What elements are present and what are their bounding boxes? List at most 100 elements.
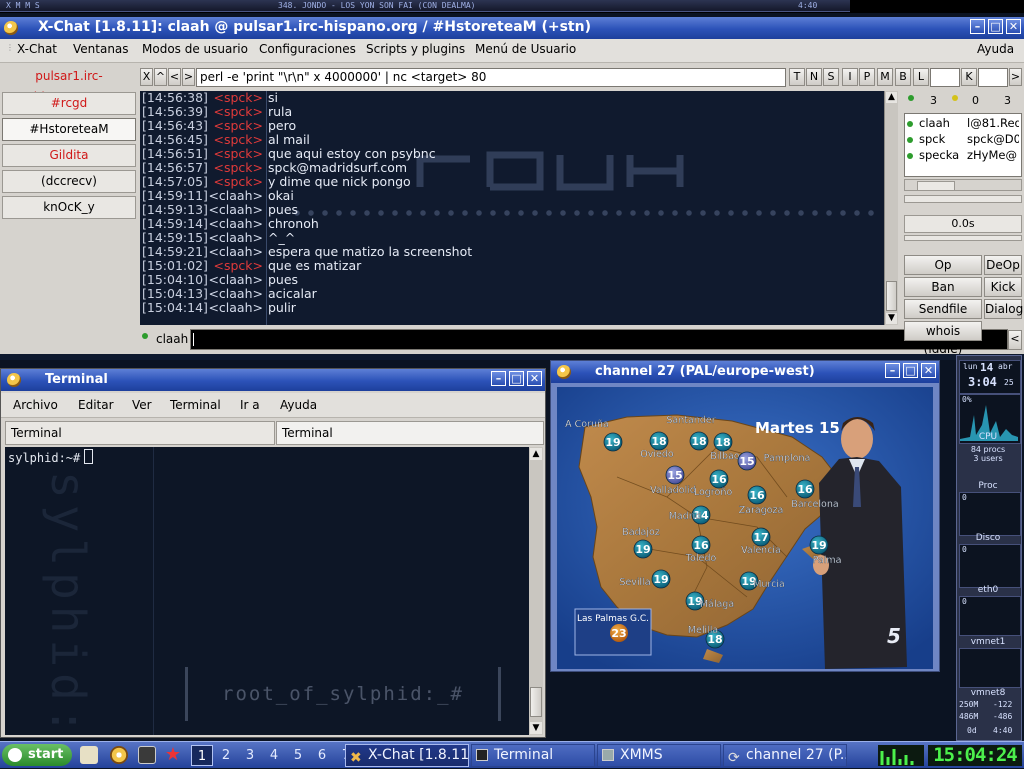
detach-tab-button[interactable]: ^ xyxy=(154,68,167,86)
channel-tab-dccrecv[interactable]: (dccrecv) xyxy=(2,170,136,193)
user-row[interactable]: claah l@81.Red xyxy=(907,116,1019,131)
task-terminal[interactable]: Terminal xyxy=(471,744,595,767)
user-list-hscroll[interactable] xyxy=(904,179,1022,191)
tv-app-icon[interactable] xyxy=(557,365,571,379)
mode-n-button[interactable]: N xyxy=(806,68,822,86)
terminal-scrollbar[interactable]: ▲ ▼ xyxy=(529,447,543,735)
menu-xchat[interactable]: X-Chat xyxy=(17,42,57,56)
scroll-thumb[interactable] xyxy=(886,281,897,311)
menu-terminal[interactable]: Terminal xyxy=(170,398,221,412)
terminal-tab-2[interactable]: Terminal xyxy=(276,421,544,445)
menu-ir-a[interactable]: Ir a xyxy=(240,398,260,412)
terminal-titlebar[interactable]: Terminal – □ ✕ xyxy=(1,369,545,391)
task-xmms[interactable]: XMMS xyxy=(597,744,721,767)
user-row[interactable]: specka zHyMe@ xyxy=(907,148,1019,163)
scroll-up-arrow[interactable]: ▲ xyxy=(886,92,897,103)
task-xchat[interactable]: ✖ X-Chat [1.8.11... xyxy=(345,744,469,767)
input-history-button[interactable]: < xyxy=(1008,330,1022,350)
menu-ventanas[interactable]: Ventanas xyxy=(73,42,129,56)
minimize-button[interactable]: – xyxy=(970,19,985,34)
next-tab-button[interactable]: > xyxy=(182,68,195,86)
clock[interactable]: 15:04:24 xyxy=(928,745,1022,766)
gkrellm-monitor[interactable]: lun 14 abr 3:04 25 0% CPU 84 procs 3 use… xyxy=(956,355,1022,741)
terminal-tab-1[interactable]: Terminal xyxy=(5,421,275,445)
menu-scripts-plugins[interactable]: Scripts y plugins xyxy=(366,42,465,56)
sendfile-button[interactable]: Sendfile xyxy=(904,299,982,319)
menu-modos-usuario[interactable]: Modos de usuario xyxy=(142,42,248,56)
hscroll-thumb[interactable] xyxy=(917,181,955,191)
prev-tab-button[interactable]: < xyxy=(168,68,181,86)
workspace-4-button[interactable]: 4 xyxy=(263,745,285,766)
minimize-button[interactable]: – xyxy=(491,371,506,386)
channel-tab-gildita[interactable]: Gildita xyxy=(2,144,136,167)
menu-editar[interactable]: Editar xyxy=(78,398,114,412)
kick-button[interactable]: Kick xyxy=(984,277,1022,297)
xchat-app-icon[interactable] xyxy=(4,21,18,35)
gnome-foot-launcher-icon[interactable] xyxy=(110,746,128,764)
mode-p-button[interactable]: P xyxy=(859,68,875,86)
close-button[interactable]: ✕ xyxy=(527,371,542,386)
mode-i-button[interactable]: I xyxy=(842,68,858,86)
menu-ayuda[interactable]: Ayuda xyxy=(280,398,317,412)
chat-log[interactable]: <spck> [14:56:38] si <spck> [14:56:39] rula <s… xyxy=(140,91,884,325)
input-nick[interactable]: claah xyxy=(156,332,188,346)
scroll-down-arrow[interactable]: ▼ xyxy=(886,313,897,324)
tv-titlebar[interactable]: channel 27 (PAL/europe-west) – □ ✕ xyxy=(551,361,939,383)
user-list[interactable]: claah l@81.Red spck spck@D0 specka zHyMe@ xyxy=(904,113,1022,177)
menu-menu-usuario[interactable]: Menú de Usuario xyxy=(475,42,576,56)
maximize-button[interactable]: □ xyxy=(509,371,524,386)
scroll-down-arrow[interactable]: ▼ xyxy=(530,722,542,734)
terminal-app-icon[interactable] xyxy=(7,373,21,387)
mode-s-button[interactable]: S xyxy=(823,68,839,86)
user-row[interactable]: spck spck@D0 xyxy=(907,132,1019,147)
menu-configuraciones[interactable]: Configuraciones xyxy=(259,42,356,56)
menu-ayuda[interactable]: Ayuda xyxy=(977,42,1014,56)
xmms-ministrip[interactable]: X M M S 348. JONDO - LOS YON SON FAI (CO… xyxy=(0,0,850,12)
tv-picture[interactable]: Las Palmas G.C. Martes 15 5 19 A Coruña 18… xyxy=(557,387,933,669)
minimize-button[interactable]: – xyxy=(885,363,900,378)
key-field[interactable] xyxy=(978,68,1008,87)
close-tab-button[interactable]: X xyxy=(140,68,153,86)
task-tv[interactable]: ⟳ channel 27 (P... xyxy=(723,744,847,767)
workspace-1-button[interactable]: 1 xyxy=(191,745,213,766)
notepad-launcher-icon[interactable] xyxy=(80,746,98,764)
menu-archivo[interactable]: Archivo xyxy=(13,398,58,412)
dialog-button[interactable]: Dialog xyxy=(984,299,1023,319)
workspace-6-button[interactable]: 6 xyxy=(311,745,333,766)
scroll-up-arrow[interactable]: ▲ xyxy=(530,448,542,460)
city-temperature: 16 xyxy=(693,539,709,552)
mode-t-button[interactable]: T xyxy=(789,68,805,86)
op-button[interactable]: Op xyxy=(904,255,982,275)
mode-k-button[interactable]: K xyxy=(961,68,977,86)
topic-field[interactable]: perl -e 'print "\r\n" x 4000000' | nc <t… xyxy=(196,68,786,87)
channel-tab-knock-y[interactable]: knOcK_y xyxy=(2,196,136,219)
mode-b-button[interactable]: B xyxy=(895,68,911,86)
close-button[interactable]: ✕ xyxy=(1006,19,1021,34)
mode-l-button[interactable]: L xyxy=(913,68,929,86)
ban-button[interactable]: Ban xyxy=(904,277,982,297)
mode-m-button[interactable]: M xyxy=(877,68,893,86)
channel-tab-rcgd[interactable]: #rcgd xyxy=(2,92,136,115)
scroll-thumb[interactable] xyxy=(530,687,542,717)
channel-tab-hstoreteam[interactable]: #HstoreteaM xyxy=(2,118,136,141)
menu-ver[interactable]: Ver xyxy=(132,398,152,412)
terminal-screen[interactable]: sylphid: sylphid:~# root_of_sylphid:_# xyxy=(5,447,529,735)
xchat-titlebar[interactable]: X-Chat [1.8.11]: claah @ pulsar1.irc-his… xyxy=(0,17,1024,39)
tray-meter[interactable] xyxy=(878,745,924,766)
terminal-launcher-icon[interactable] xyxy=(138,746,156,764)
maximize-button[interactable]: □ xyxy=(988,19,1003,34)
chat-scrollbar[interactable]: ▲ ▼ xyxy=(884,91,898,325)
workspace-3-button[interactable]: 3 xyxy=(239,745,261,766)
message-input[interactable] xyxy=(190,329,1008,350)
scroll-modes-button[interactable]: > xyxy=(1009,68,1022,86)
limit-field[interactable] xyxy=(930,68,960,87)
server-tab[interactable]: pulsar1.irc-hispano.org xyxy=(2,66,136,104)
maximize-button[interactable]: □ xyxy=(903,363,918,378)
whois-button[interactable]: whois (iddle) xyxy=(904,321,982,356)
close-button[interactable]: ✕ xyxy=(921,363,936,378)
deop-button[interactable]: DeOp xyxy=(984,255,1022,275)
start-button[interactable]: start xyxy=(2,744,72,766)
workspace-5-button[interactable]: 5 xyxy=(287,745,309,766)
workspace-2-button[interactable]: 2 xyxy=(215,745,237,766)
redhat-launcher-icon[interactable]: ★ xyxy=(164,746,182,764)
